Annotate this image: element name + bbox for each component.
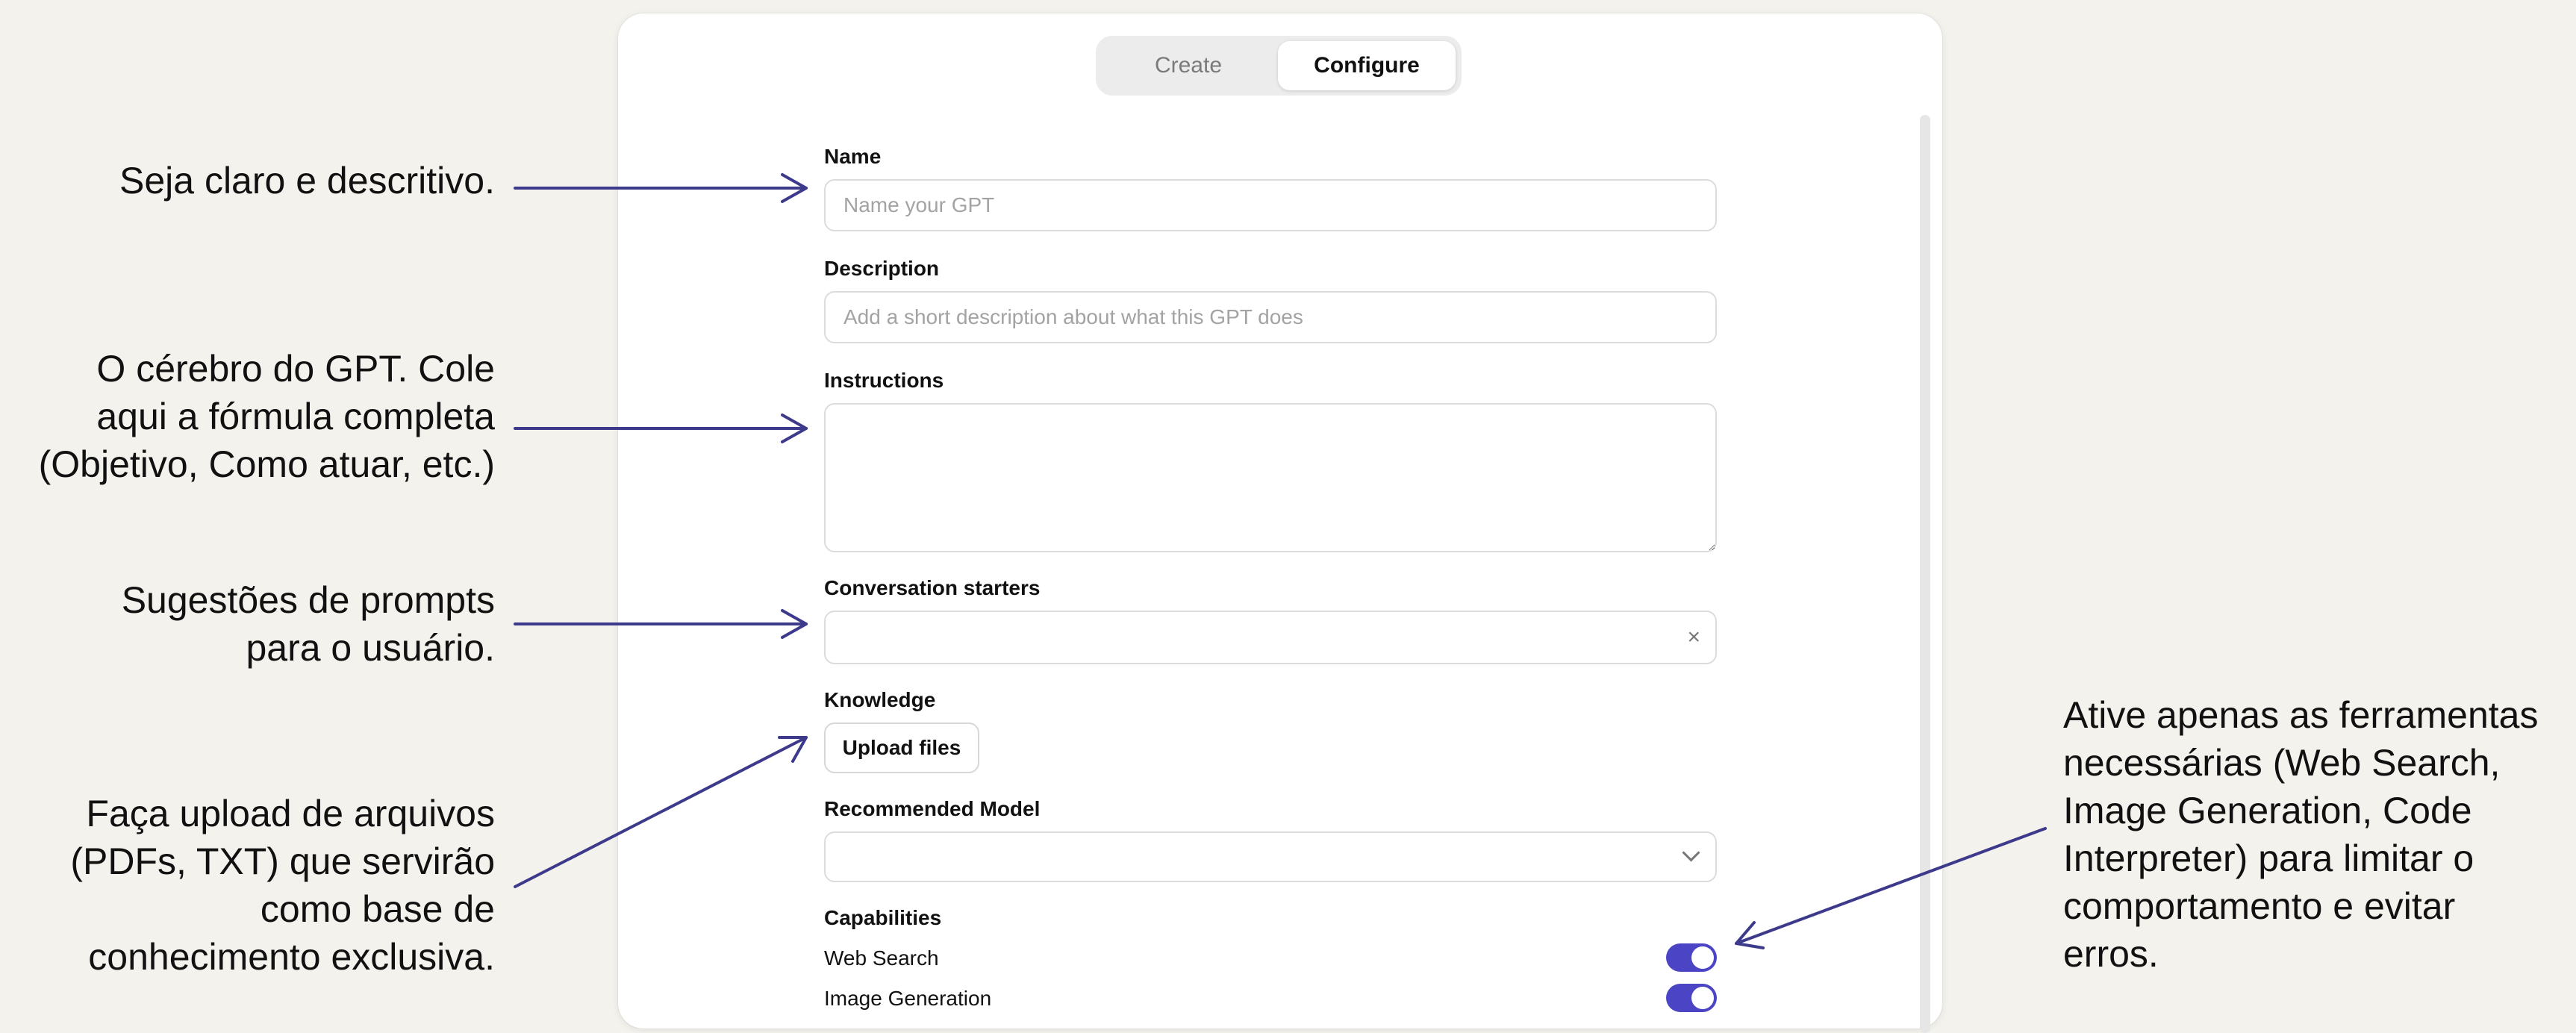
name-input[interactable]: [824, 179, 1717, 231]
upload-files-button[interactable]: Upload files: [824, 723, 979, 773]
description-input[interactable]: [824, 291, 1717, 343]
annotation-name: Seja claro e descritivo.: [119, 157, 495, 205]
chevron-down-icon: [1682, 843, 1700, 862]
annotation-line: (Objetivo, Como atuar, etc.): [38, 443, 495, 485]
annotation-line: comportamento e evitar: [2063, 885, 2456, 927]
image-generation-toggle[interactable]: [1666, 984, 1717, 1012]
tab-configure[interactable]: Configure: [1278, 41, 1456, 90]
conversation-starters-label: Conversation starters: [824, 576, 1041, 599]
annotation-line: Ative apenas as ferramentas: [2063, 694, 2539, 736]
name-label: Name: [824, 145, 882, 168]
tab-create[interactable]: Create: [1102, 41, 1275, 90]
annotation-instructions: O cérebro do GPT. Cole aqui a fórmula co…: [39, 345, 495, 488]
annotation-line: Seja claro e descritivo.: [119, 160, 495, 202]
annotation-capabilities: Ative apenas as ferramentas necessárias …: [2063, 691, 2538, 978]
annotation-line: conhecimento exclusiva.: [88, 936, 495, 978]
capability-image-generation-label: Image Generation: [824, 987, 992, 1010]
conversation-starter-input[interactable]: [824, 611, 1717, 664]
scrollbar[interactable]: [1920, 115, 1930, 1033]
annotation-line: necessárias (Web Search,: [2063, 742, 2501, 784]
mode-switch: Create Configure: [1096, 36, 1462, 96]
annotation-line: Image Generation, Code: [2063, 790, 2472, 831]
annotation-line: (PDFs, TXT) que servirão: [70, 840, 495, 882]
gpt-configure-panel: Create Configure Name Description Instru…: [618, 13, 1942, 1033]
annotation-line: Sugestões de prompts: [121, 579, 495, 621]
annotation-line: erros.: [2063, 933, 2159, 975]
annotation-starters: Sugestões de prompts para o usuário.: [122, 576, 495, 672]
conversation-starter-row: ×: [824, 611, 1717, 664]
description-label: Description: [824, 257, 940, 280]
capability-web-search-label: Web Search: [824, 946, 939, 970]
instructions-label: Instructions: [824, 369, 944, 392]
recommended-model-select[interactable]: [824, 831, 1717, 882]
annotation-line: como base de: [260, 888, 495, 930]
instructions-textarea[interactable]: [824, 403, 1717, 552]
annotation-line: O cérebro do GPT. Cole: [96, 348, 495, 390]
annotation-line: Faça upload de arquivos: [86, 793, 495, 834]
annotation-knowledge: Faça upload de arquivos (PDFs, TXT) que …: [70, 790, 495, 981]
annotation-line: Interpreter) para limitar o: [2063, 837, 2474, 879]
web-search-toggle[interactable]: [1666, 943, 1717, 972]
knowledge-label: Knowledge: [824, 688, 936, 711]
annotation-line: aqui a fórmula completa: [96, 396, 495, 437]
close-icon[interactable]: ×: [1687, 625, 1700, 650]
annotation-line: para o usuário.: [246, 627, 495, 669]
recommended-model-label: Recommended Model: [824, 797, 1041, 820]
capabilities-label: Capabilities: [824, 906, 942, 929]
